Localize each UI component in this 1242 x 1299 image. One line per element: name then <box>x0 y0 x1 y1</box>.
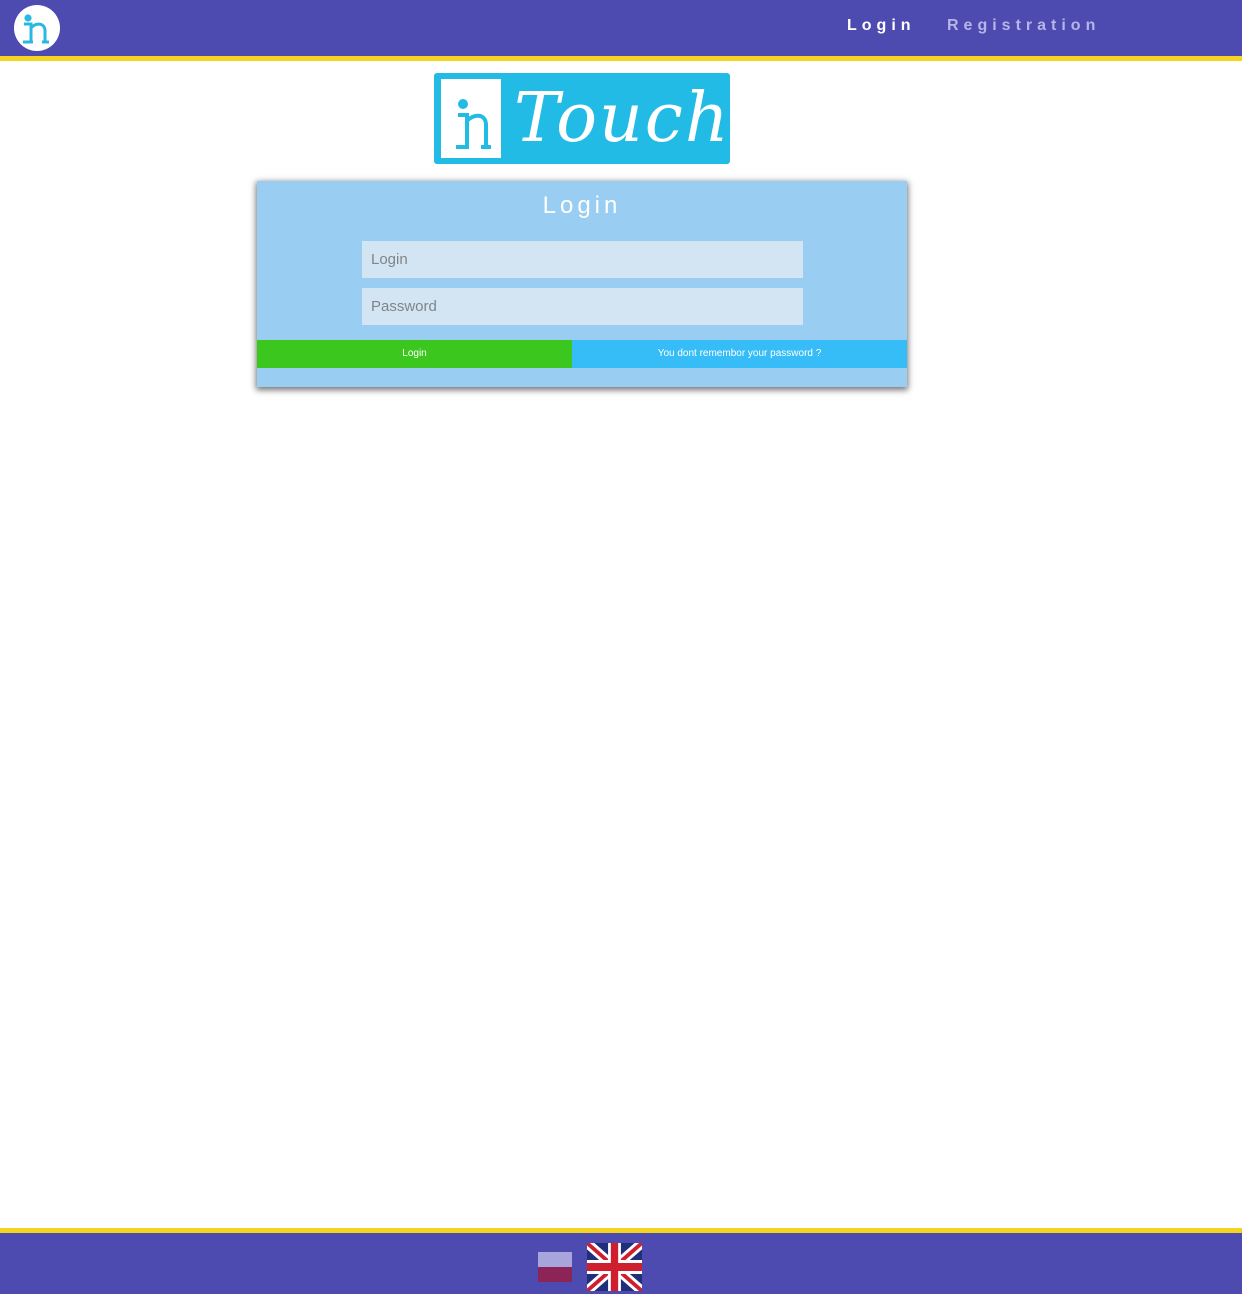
in-logo-icon <box>441 79 501 158</box>
in-logo-icon[interactable] <box>14 5 60 51</box>
password-input[interactable] <box>362 288 803 325</box>
forgot-password-button[interactable]: You dont remembor your password ? <box>572 340 907 368</box>
nav-login-link[interactable]: Login <box>847 17 916 35</box>
login-input[interactable] <box>362 241 803 278</box>
footer-bar <box>0 1228 1242 1295</box>
login-submit-button[interactable]: Login <box>257 340 572 368</box>
login-card: Login Login You dont remembor your passw… <box>257 181 907 387</box>
top-navbar: Login Registration <box>0 0 1242 61</box>
login-card-title: Login <box>542 192 622 219</box>
polish-flag-icon[interactable] <box>538 1252 572 1282</box>
brand-wordmark: Touch <box>514 79 731 158</box>
intouch-logo: Touch <box>434 73 730 164</box>
nav-registration-link[interactable]: Registration <box>947 17 1100 35</box>
uk-flag-icon[interactable] <box>584 1239 645 1295</box>
